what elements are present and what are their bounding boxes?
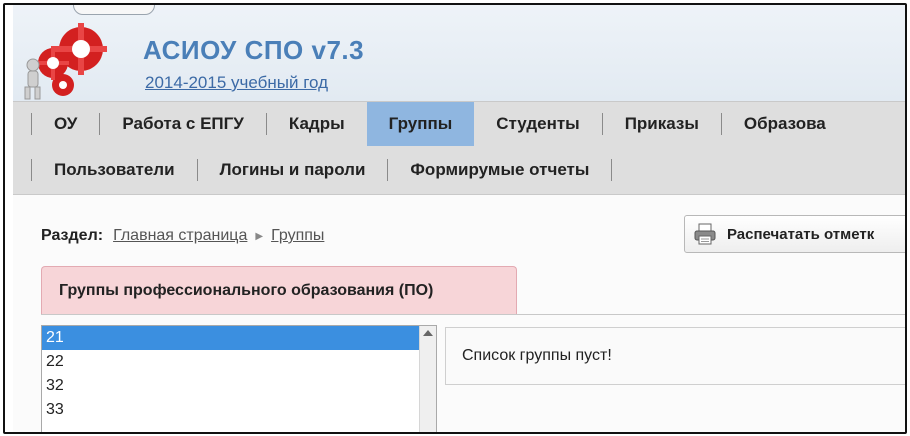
top-tab-handle[interactable] — [73, 5, 155, 15]
group-listbox[interactable]: 21 22 32 33 — [41, 325, 437, 432]
nav-item-reports[interactable]: Формирумые отчеты — [388, 148, 611, 192]
print-button-label: Распечатать отметк — [727, 225, 875, 243]
nav-item-epgu[interactable]: Работа с ЕПГУ — [100, 102, 265, 146]
nav-item-education[interactable]: Образова — [722, 102, 848, 146]
app-window: АСИОУ СПО v7.3 2014-2015 учебный год ОУ … — [3, 3, 907, 434]
nav-item-users[interactable]: Пользователи — [32, 148, 197, 192]
nav-item-logins[interactable]: Логины и пароли — [198, 148, 388, 192]
breadcrumb-label: Раздел: — [41, 227, 104, 244]
print-marks-button[interactable]: Распечатать отметк — [684, 215, 905, 253]
section-divider — [41, 314, 905, 315]
nav-item-ou[interactable]: ОУ — [32, 102, 99, 146]
scroll-up-icon[interactable] — [423, 330, 433, 336]
section-tab-po[interactable]: Группы профессионального образования (ПО… — [41, 266, 517, 315]
academic-year-link[interactable]: 2014-2015 учебный год — [145, 73, 328, 93]
nav-item-students[interactable]: Студенты — [474, 102, 601, 146]
nav-item-orders[interactable]: Приказы — [603, 102, 721, 146]
nav-separator — [611, 159, 613, 181]
nav-item-groups[interactable]: Группы — [366, 102, 475, 146]
page: АСИОУ СПО v7.3 2014-2015 учебный год ОУ … — [13, 5, 905, 432]
list-item[interactable]: 22 — [42, 350, 436, 374]
breadcrumb-arrow-icon: ▶ — [255, 230, 264, 242]
section-tab-label: Группы профессионального образования (ПО… — [59, 282, 434, 299]
empty-list-message: Список группы пуст! — [462, 347, 612, 364]
nav-row-2: Пользователи Логины и пароли Формирумые … — [31, 148, 613, 192]
breadcrumb-groups-link[interactable]: Группы — [271, 227, 324, 245]
gears-logo-icon — [24, 23, 107, 100]
header: АСИОУ СПО v7.3 2014-2015 учебный год — [13, 5, 905, 101]
nav-item-staff[interactable]: Кадры — [267, 102, 367, 146]
list-item[interactable]: 21 — [42, 326, 436, 350]
list-item[interactable]: 33 — [42, 398, 436, 422]
list-scrollbar[interactable] — [419, 326, 436, 432]
breadcrumb: Раздел: Главная страница ▶ Группы — [41, 227, 324, 245]
breadcrumb-home-link[interactable]: Главная страница — [113, 227, 247, 245]
list-item[interactable]: 32 — [42, 374, 436, 398]
main-nav: ОУ Работа с ЕПГУ Кадры Группы Студенты П… — [13, 101, 905, 195]
nav-row-1: ОУ Работа с ЕПГУ Кадры Группы Студенты П… — [31, 102, 848, 146]
printer-icon — [694, 223, 716, 245]
app-title: АСИОУ СПО v7.3 — [143, 35, 365, 65]
group-members-panel: Список группы пуст! — [445, 327, 905, 385]
